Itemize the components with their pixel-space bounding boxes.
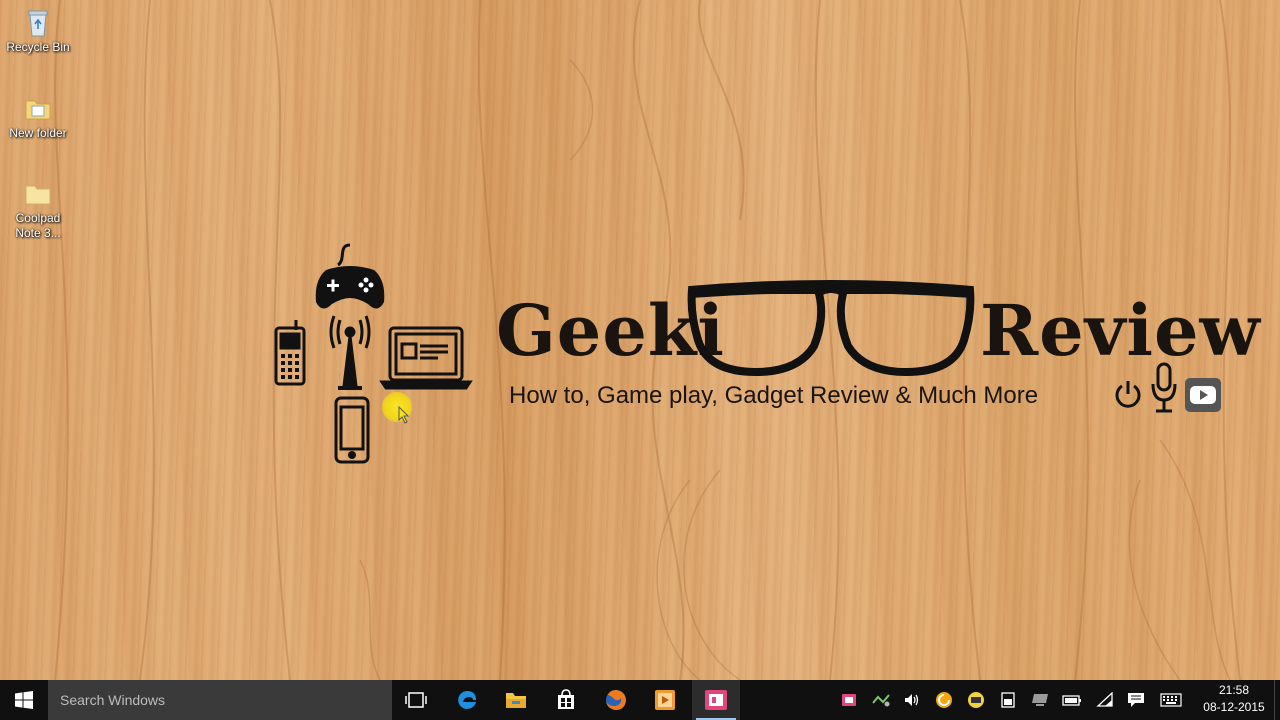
banner-subtitle: How to, Game play, Gadget Review & Much …: [509, 382, 1039, 409]
battery-meter-icon: [1001, 692, 1015, 708]
power-symbol-icon: [1115, 381, 1141, 408]
folder-icon: [25, 185, 51, 205]
taskbar-clock[interactable]: 21:58 08-12-2015: [1196, 682, 1272, 716]
signal-tower-icon: [329, 315, 371, 390]
taskbar-store[interactable]: [542, 680, 590, 720]
taskbar: Search Windows 21:58 08-12-2015: [0, 680, 1280, 720]
folder-icon: [506, 693, 526, 708]
mouse-pointer-icon: [398, 406, 410, 424]
recycle-bin-label: Recycle Bin: [6, 40, 70, 54]
youtube-icon: [1185, 378, 1221, 412]
desktop-icon-coolpad[interactable]: Coolpad Note 3...: [2, 177, 74, 241]
firefox-icon: [606, 690, 626, 710]
coolpad-label: Coolpad Note 3...: [15, 211, 61, 240]
store-icon: [558, 689, 574, 709]
tray-battery-meter[interactable]: [993, 680, 1023, 720]
tray-volume[interactable]: [897, 680, 927, 720]
clock-date: 08-12-2015: [1203, 700, 1265, 714]
network-activity-icon: [872, 694, 890, 707]
updater-icon: [936, 692, 952, 708]
recycle-bin-icon: [28, 10, 48, 37]
keyboard-icon: [1160, 693, 1182, 707]
tray-app[interactable]: [834, 680, 864, 720]
banner-title-review: Review: [980, 289, 1261, 372]
desktop-icon-recycle-bin[interactable]: Recycle Bin: [2, 6, 74, 55]
tray-action-center[interactable]: [1121, 680, 1151, 720]
chat-icon: [968, 692, 984, 708]
windows-logo-icon: [15, 691, 33, 709]
media-player-icon: [655, 690, 675, 710]
task-view-button[interactable]: [392, 680, 440, 720]
taskbar-edge[interactable]: [443, 680, 491, 720]
tray-chat[interactable]: [961, 680, 991, 720]
tray-keyboard[interactable]: [1156, 680, 1186, 720]
edge-icon: [458, 691, 476, 709]
taskbar-firefox[interactable]: [592, 680, 640, 720]
display-icon: [1032, 694, 1048, 706]
tray-display[interactable]: [1025, 680, 1055, 720]
clock-time: 21:58: [1218, 683, 1250, 697]
tray-updater[interactable]: [929, 680, 959, 720]
mobile-phone-icon: [274, 320, 306, 386]
microphone-icon: [1151, 362, 1177, 413]
smartphone-icon: [334, 396, 370, 464]
folder-icon: [25, 100, 51, 120]
taskbar-file-explorer[interactable]: [492, 680, 540, 720]
show-desktop-button[interactable]: [1274, 680, 1280, 720]
taskbar-presentation-app[interactable]: [692, 680, 740, 720]
new-folder-label: New folder: [9, 126, 67, 140]
action-center-icon: [1128, 693, 1144, 707]
taskbar-search-box[interactable]: Search Windows: [48, 680, 392, 720]
task-view-icon: [405, 692, 427, 708]
taskbar-media-player[interactable]: [641, 680, 689, 720]
laptop-icon: [379, 326, 473, 390]
tray-wifi[interactable]: [1090, 680, 1120, 720]
eyeglasses-icon: [687, 280, 975, 377]
volume-icon: [905, 694, 919, 706]
presentation-app-icon: [705, 690, 727, 710]
desktop-icon-new-folder[interactable]: New folder: [2, 92, 74, 141]
power-icon: [1062, 695, 1081, 706]
gadget-illustration: [274, 243, 473, 464]
wifi-icon: [1096, 692, 1113, 707]
start-button[interactable]: [0, 680, 48, 720]
tray-power[interactable]: [1057, 680, 1087, 720]
game-controller-icon: [315, 243, 385, 309]
tray-app-icon: [842, 694, 856, 706]
tray-network-activity[interactable]: [866, 680, 896, 720]
